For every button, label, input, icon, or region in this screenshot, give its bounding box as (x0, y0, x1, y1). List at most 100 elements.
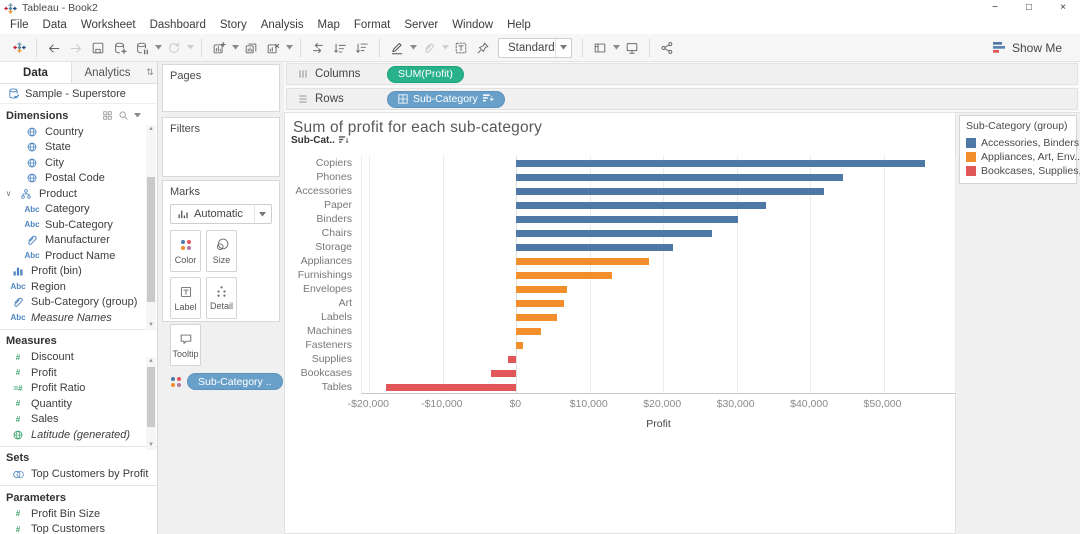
menu-item-server[interactable]: Server (397, 16, 445, 34)
dimensions-scrollbar[interactable]: ▲ ▼ (146, 125, 156, 330)
save-icon[interactable] (87, 37, 109, 59)
clear-sheet-icon[interactable] (262, 37, 284, 59)
field-sub-category-group-[interactable]: Sub-Category (group) (0, 295, 157, 311)
show-hide-cards-icon[interactable] (589, 37, 611, 59)
refresh-caret-icon[interactable] (185, 45, 195, 50)
color-button[interactable]: Color (170, 230, 201, 272)
bar-appliances[interactable] (516, 257, 650, 265)
field-category[interactable]: Abc Category (0, 202, 157, 218)
category-label-art[interactable]: Art (286, 296, 357, 310)
pill-sort-descending-icon[interactable] (482, 94, 494, 104)
pause-updates-icon[interactable] (131, 37, 153, 59)
show-mark-labels-icon[interactable] (450, 37, 472, 59)
bar-chairs[interactable] (516, 229, 712, 237)
columns-pill-sum-profit[interactable]: SUM(Profit) (387, 65, 464, 83)
bar-phones[interactable] (516, 173, 844, 181)
fields-menu-caret-icon[interactable] (134, 113, 141, 118)
field-profit[interactable]: # Profit (0, 365, 157, 381)
bar-tables[interactable] (386, 383, 517, 391)
mark-type-caret-icon[interactable] (254, 205, 266, 223)
highlight-icon[interactable] (386, 37, 408, 59)
category-label-appliances[interactable]: Appliances (286, 254, 357, 268)
fit-selector[interactable]: Standard (498, 37, 572, 58)
category-label-accessories[interactable]: Accessories (286, 184, 357, 198)
bar-binders[interactable] (516, 215, 739, 223)
menu-item-worksheet[interactable]: Worksheet (74, 16, 143, 34)
field-top-customers[interactable]: # Top Customers (0, 522, 157, 534)
field-postal-code[interactable]: Postal Code (0, 171, 157, 187)
bar-accessories[interactable] (516, 187, 825, 195)
category-label-labels[interactable]: Labels (286, 310, 357, 324)
close-button[interactable]: × (1046, 0, 1080, 16)
new-worksheet-icon[interactable] (208, 37, 230, 59)
marks-pill[interactable]: Sub-Category .. (187, 373, 283, 390)
category-label-envelopes[interactable]: Envelopes (286, 282, 357, 296)
category-label-paper[interactable]: Paper (286, 198, 357, 212)
field-profit-bin-[interactable]: Profit (bin) (0, 264, 157, 280)
field-latitude-generated-[interactable]: Latitude (generated) (0, 427, 157, 443)
tooltip-button[interactable]: Tooltip (170, 324, 201, 366)
menu-item-format[interactable]: Format (347, 16, 397, 34)
measures-scrollbar[interactable]: ▲ ▼ (146, 357, 156, 450)
field-quantity[interactable]: # Quantity (0, 396, 157, 412)
minimize-button[interactable]: − (978, 0, 1012, 16)
show-me-button[interactable]: Show Me (992, 41, 1062, 55)
group-members-caret-icon[interactable] (440, 45, 450, 50)
row-field-header[interactable]: Sub-Cat.. (291, 135, 349, 146)
field-city[interactable]: City (0, 155, 157, 171)
bar-copiers[interactable] (516, 159, 925, 167)
menu-item-dashboard[interactable]: Dashboard (143, 16, 213, 34)
view-as-grid-icon[interactable] (102, 110, 113, 121)
undo-icon[interactable] (43, 37, 65, 59)
field-measure-names[interactable]: Abc Measure Names (0, 310, 157, 326)
field-sales[interactable]: # Sales (0, 412, 157, 428)
menu-item-analysis[interactable]: Analysis (254, 16, 311, 34)
datasource-row[interactable]: Sample - Superstore (0, 84, 157, 104)
category-label-phones[interactable]: Phones (286, 170, 357, 184)
duplicate-sheet-icon[interactable] (240, 37, 262, 59)
bar-fasteners[interactable] (516, 341, 524, 349)
search-fields-icon[interactable] (118, 110, 129, 121)
bar-bookcases[interactable] (490, 369, 517, 377)
redo-icon[interactable] (65, 37, 87, 59)
fit-selector-caret-icon[interactable] (555, 38, 571, 57)
menu-item-file[interactable]: File (3, 16, 36, 34)
category-label-bookcases[interactable]: Bookcases (286, 366, 357, 380)
rows-shelf[interactable]: Rows Sub-Category (286, 88, 1078, 110)
filters-card[interactable]: Filters (162, 117, 280, 177)
field-state[interactable]: State (0, 140, 157, 156)
dock-pane-icon[interactable]: ⇅ (143, 62, 157, 83)
label-button[interactable]: Label (170, 277, 201, 319)
detail-button[interactable]: Detail (206, 277, 237, 319)
category-label-fasteners[interactable]: Fasteners (286, 338, 357, 352)
field-country[interactable]: Country (0, 124, 157, 140)
group-members-icon[interactable] (418, 37, 440, 59)
field-sub-category[interactable]: Abc Sub-Category (0, 217, 157, 233)
bar-art[interactable] (516, 299, 565, 307)
field-profit-ratio[interactable]: =# Profit Ratio (0, 381, 157, 397)
swap-axes-icon[interactable] (307, 37, 329, 59)
menu-item-window[interactable]: Window (445, 16, 500, 34)
new-worksheet-caret-icon[interactable] (230, 45, 240, 50)
presentation-mode-icon[interactable] (621, 37, 643, 59)
menu-item-map[interactable]: Map (311, 16, 347, 34)
add-datasource-icon[interactable] (109, 37, 131, 59)
maximize-button[interactable]: □ (1012, 0, 1046, 16)
mark-type-select[interactable]: Automatic (170, 204, 272, 224)
menu-item-data[interactable]: Data (36, 16, 74, 34)
category-label-chairs[interactable]: Chairs (286, 226, 357, 240)
bar-paper[interactable] (516, 201, 767, 209)
pause-updates-caret-icon[interactable] (153, 45, 163, 50)
menu-item-help[interactable]: Help (500, 16, 538, 34)
rows-pill-sub-category[interactable]: Sub-Category (387, 90, 505, 108)
clear-sheet-caret-icon[interactable] (284, 45, 294, 50)
bar-storage[interactable] (516, 243, 673, 251)
field-product[interactable]: ∨ Product (0, 186, 157, 202)
menu-item-story[interactable]: Story (213, 16, 254, 34)
sort-descending-icon[interactable] (351, 37, 373, 59)
color-legend-card[interactable]: Sub-Category (group) Accessories, Binder… (959, 115, 1080, 184)
field-manufacturer[interactable]: Manufacturer (0, 233, 157, 249)
highlight-caret-icon[interactable] (408, 45, 418, 50)
category-label-copiers[interactable]: Copiers (286, 156, 357, 170)
legend-entry[interactable]: Bookcases, Supplies,.. (966, 164, 1080, 178)
